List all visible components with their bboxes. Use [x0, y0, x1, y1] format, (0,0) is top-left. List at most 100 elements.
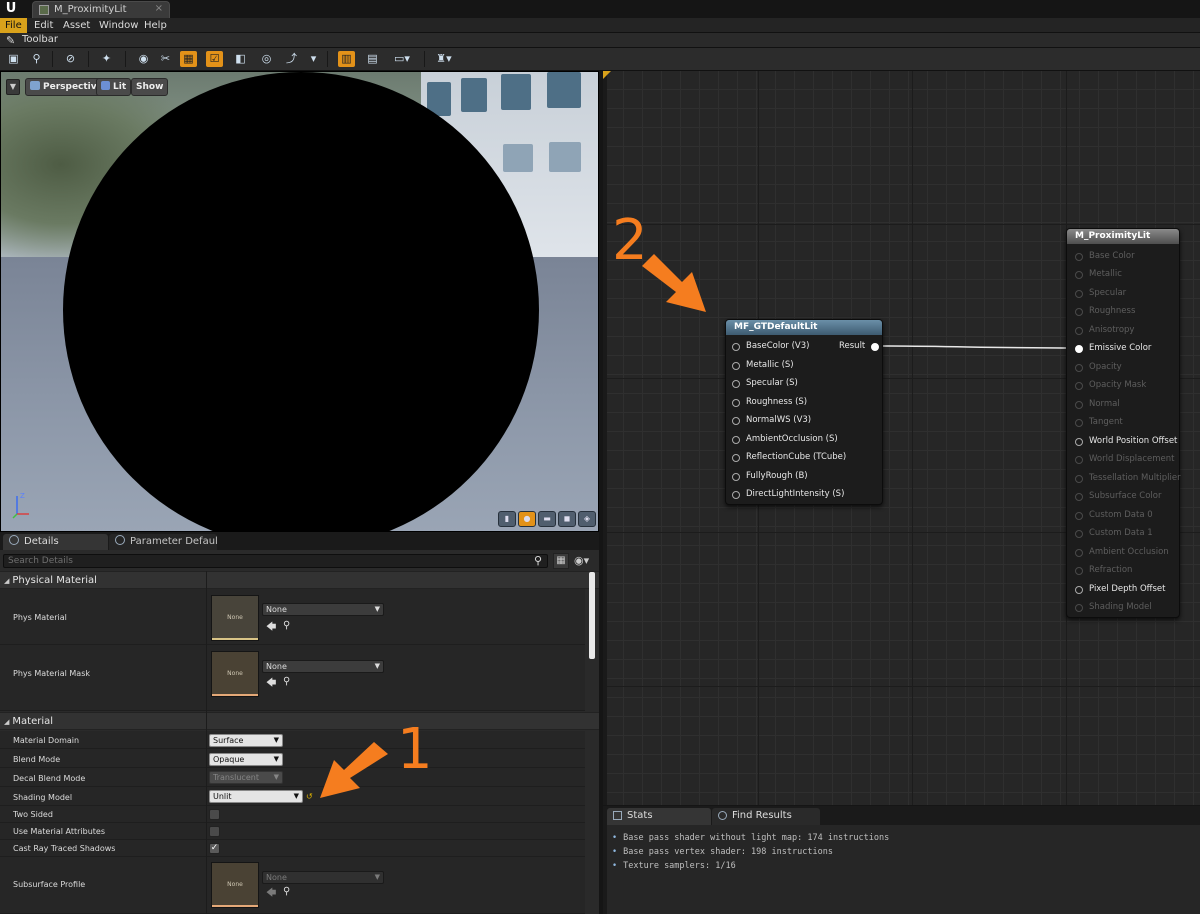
input-pin[interactable]: NormalWS (V3) — [732, 415, 811, 425]
material-pin[interactable]: Anisotropy — [1075, 325, 1134, 335]
category-physical-material[interactable]: ◢ Physical Material — [0, 571, 599, 589]
tab-parameter-defaults[interactable]: Parameter Defaults — [109, 534, 217, 550]
preview-mode-icon[interactable]: ▭▾ — [390, 51, 414, 67]
output-pin-result[interactable]: Result — [839, 341, 880, 351]
save-icon[interactable]: ▣ — [5, 51, 22, 67]
browse-icon[interactable]: ⚲ — [283, 620, 290, 631]
property-matrix-button[interactable]: ▦ — [553, 553, 569, 569]
material-pin[interactable]: Custom Data 1 — [1075, 528, 1153, 538]
stats-icon[interactable]: ▥ — [338, 51, 355, 67]
tab-stats[interactable]: Stats — [607, 808, 711, 825]
launch-icon[interactable]: ♜▾ — [433, 51, 455, 67]
hide-unrelated-icon[interactable]: ⤴ — [283, 51, 300, 67]
search-details-input[interactable]: Search Details — [3, 554, 548, 568]
two-sided-checkbox[interactable] — [209, 809, 220, 820]
home-icon[interactable]: ◉ — [135, 51, 152, 67]
material-pin[interactable]: Subsurface Color — [1075, 491, 1162, 501]
material-pin[interactable]: Custom Data 0 — [1075, 510, 1153, 520]
column-divider[interactable] — [206, 571, 207, 914]
pin-dot — [1075, 438, 1083, 446]
live-update-icon[interactable]: ◎ — [258, 51, 275, 67]
use-selected-arrow-icon[interactable]: 🡄 — [266, 620, 276, 637]
material-pin[interactable]: Refraction — [1075, 565, 1132, 575]
details-scrollbar[interactable] — [589, 572, 595, 659]
connectors-icon[interactable]: ▦ — [180, 51, 197, 67]
menu-asset[interactable]: Asset — [58, 18, 95, 33]
menu-window[interactable]: Window — [94, 18, 143, 33]
asset-thumbnail[interactable]: None — [211, 595, 259, 641]
chevron-down-icon[interactable]: ▾ — [305, 51, 322, 67]
input-pin[interactable]: Specular (S) — [732, 378, 798, 388]
browse-icon[interactable]: ⚲ — [28, 51, 45, 67]
material-domain-dropdown[interactable]: Surface ▼ — [209, 734, 283, 747]
live-preview-icon[interactable]: ☑ — [206, 51, 223, 67]
tab-find-results[interactable]: Find Results — [712, 808, 820, 825]
close-tab-icon[interactable]: × — [155, 3, 163, 14]
asset-picker-combo[interactable]: None ▼ — [262, 603, 384, 616]
eye-icon[interactable]: ◉▾ — [574, 554, 589, 567]
search-node-icon[interactable]: ✦ — [98, 51, 115, 67]
mesh-preview-icon[interactable]: ◈ — [578, 511, 596, 527]
cast-ray-traced-shadows-checkbox[interactable]: ✓ — [209, 843, 220, 854]
asset-thumbnail[interactable]: None — [211, 651, 259, 697]
material-pin-pixel-depth-offset[interactable]: Pixel Depth Offset — [1075, 584, 1166, 594]
browse-icon[interactable]: ⚲ — [283, 886, 290, 897]
cylinder-preview-icon[interactable]: ▮ — [498, 511, 516, 527]
material-pin[interactable]: Ambient Occlusion — [1075, 547, 1169, 557]
function-node[interactable]: MF_GTDefaultLit Result BaseColor (V3) Me… — [725, 319, 883, 505]
input-pin[interactable]: FullyRough (B) — [732, 471, 808, 481]
input-pin[interactable]: AmbientOcclusion (S) — [732, 434, 838, 444]
browse-icon[interactable]: ⚲ — [283, 676, 290, 687]
svg-text:Z: Z — [20, 492, 25, 500]
lit-button[interactable]: Lit — [96, 78, 132, 96]
menu-edit[interactable]: Edit — [29, 18, 58, 33]
material-pin-world-position-offset[interactable]: World Position Offset — [1075, 436, 1177, 446]
pin-dot — [732, 491, 740, 499]
material-pin-emissive-color[interactable]: Emissive Color — [1075, 343, 1151, 353]
menu-help[interactable]: Help — [139, 18, 172, 33]
sphere-preview-icon[interactable]: ● — [518, 511, 536, 527]
material-pin[interactable]: Shading Model — [1075, 602, 1152, 612]
preview-viewport[interactable]: ▼ Perspective Lit Show Z ▮ ● ▬ ◼ ◈ — [0, 71, 599, 532]
blend-mode-dropdown[interactable]: Opaque ▼ — [209, 753, 283, 766]
category-material[interactable]: ◢ Material — [0, 712, 599, 730]
live-nodes-icon[interactable]: ◧ — [232, 51, 249, 67]
menu-bar: File Edit Asset Window Help — [0, 18, 1200, 33]
use-selected-arrow-icon[interactable]: 🡄 — [266, 676, 276, 693]
use-material-attributes-checkbox[interactable] — [209, 826, 220, 837]
material-pin[interactable]: Opacity Mask — [1075, 380, 1146, 390]
material-pin[interactable]: Tessellation Multiplier — [1075, 473, 1181, 483]
tab-details[interactable]: Details — [3, 534, 108, 550]
material-pin[interactable]: Metallic — [1075, 269, 1122, 279]
input-pin[interactable]: ReflectionCube (TCube) — [732, 452, 846, 462]
input-pin[interactable]: Metallic (S) — [732, 360, 794, 370]
apply-icon[interactable]: ⊘ — [62, 51, 79, 67]
material-pin[interactable]: Specular — [1075, 288, 1126, 298]
clean-up-icon[interactable]: ✂ — [157, 51, 174, 67]
unreal-logo-icon[interactable]: U — [3, 1, 19, 17]
bullet-icon: • — [612, 861, 618, 871]
material-pin[interactable]: Base Color — [1075, 251, 1135, 261]
platform-stats-icon[interactable]: ▤ — [364, 51, 381, 67]
shading-model-dropdown[interactable]: Unlit ▼ — [209, 790, 303, 803]
material-pin[interactable]: Tangent — [1075, 417, 1123, 427]
material-pin[interactable]: Normal — [1075, 399, 1120, 409]
toolbar-tab[interactable]: ✎ Toolbar — [0, 33, 1200, 48]
asset-picker-combo[interactable]: None ▼ — [262, 660, 384, 673]
input-pin[interactable]: Roughness (S) — [732, 397, 807, 407]
input-pin[interactable]: BaseColor (V3) — [732, 341, 809, 351]
material-result-node[interactable]: M_ProximityLit Base Color Metallic Specu… — [1066, 228, 1181, 618]
reset-to-default-icon[interactable]: ↺ — [306, 792, 313, 801]
show-button[interactable]: Show — [131, 78, 169, 96]
pin-dot — [732, 436, 740, 444]
viewport-options-button[interactable]: ▼ — [6, 79, 20, 95]
input-pin[interactable]: DirectLightIntensity (S) — [732, 489, 844, 499]
menu-file[interactable]: File — [0, 18, 27, 33]
material-pin[interactable]: Opacity — [1075, 362, 1122, 372]
material-pin[interactable]: World Displacement — [1075, 454, 1175, 464]
asset-thumbnail[interactable]: None — [211, 862, 259, 908]
material-pin[interactable]: Roughness — [1075, 306, 1135, 316]
document-tab[interactable]: M_ProximityLit × — [32, 1, 170, 18]
plane-preview-icon[interactable]: ▬ — [538, 511, 556, 527]
cube-preview-icon[interactable]: ◼ — [558, 511, 576, 527]
